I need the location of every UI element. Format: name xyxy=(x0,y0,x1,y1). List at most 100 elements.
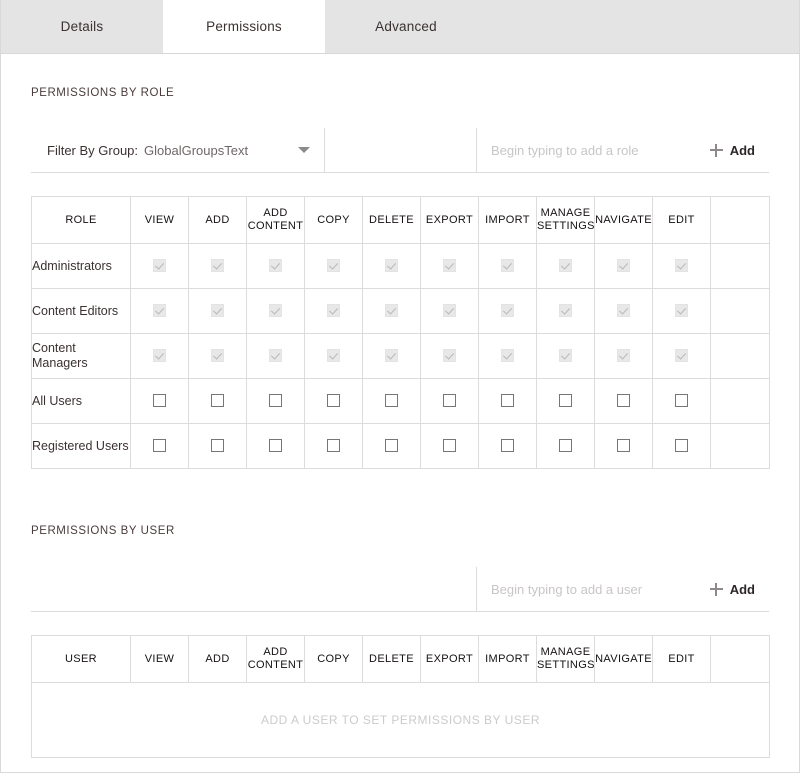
col-manage-settings: MANAGE SETTINGS xyxy=(537,197,595,244)
permission-checkbox[interactable] xyxy=(269,439,282,452)
add-user-button[interactable]: Add xyxy=(710,582,755,597)
add-role-typeahead: Add xyxy=(477,128,769,172)
permission-cell xyxy=(247,379,305,424)
permission-checkbox xyxy=(211,304,224,317)
plus-icon xyxy=(710,144,723,157)
permission-checkbox xyxy=(211,349,224,362)
add-role-button[interactable]: Add xyxy=(710,143,755,158)
add-user-button-label: Add xyxy=(730,582,755,597)
permission-cell xyxy=(479,424,537,469)
permission-cell xyxy=(653,244,711,289)
permission-checkbox[interactable] xyxy=(153,439,166,452)
permission-cell xyxy=(537,424,595,469)
table-row: Content Editors xyxy=(32,289,770,334)
permission-cell xyxy=(363,244,421,289)
role-name-cell: Administrators xyxy=(32,244,131,289)
permission-checkbox xyxy=(269,304,282,317)
permission-checkbox xyxy=(153,304,166,317)
permission-cell xyxy=(421,244,479,289)
filter-by-group-label: Filter By Group: xyxy=(47,143,138,158)
permission-checkbox xyxy=(211,259,224,272)
permissions-by-user-table: USER VIEW ADD ADD CONTENT COPY DELETE EX… xyxy=(31,635,770,758)
permission-cell xyxy=(305,379,363,424)
permission-cell xyxy=(595,334,653,379)
permission-checkbox[interactable] xyxy=(617,394,630,407)
col-edit: EDIT xyxy=(653,197,711,244)
permission-checkbox[interactable] xyxy=(617,439,630,452)
permission-cell xyxy=(247,424,305,469)
permission-checkbox[interactable] xyxy=(675,394,688,407)
permission-checkbox xyxy=(675,349,688,362)
permission-cell xyxy=(363,379,421,424)
permission-checkbox[interactable] xyxy=(153,394,166,407)
permission-cell xyxy=(479,379,537,424)
tab-permissions[interactable]: Permissions xyxy=(163,0,325,53)
table-row: Registered Users xyxy=(32,424,770,469)
permission-cell xyxy=(131,289,189,334)
permission-checkbox xyxy=(559,259,572,272)
permission-checkbox[interactable] xyxy=(501,394,514,407)
permission-checkbox xyxy=(617,259,630,272)
table-row: Content Managers xyxy=(32,334,770,379)
permission-cell xyxy=(653,289,711,334)
permission-cell xyxy=(421,424,479,469)
table-row: Administrators xyxy=(32,244,770,289)
user-table-empty-message: ADD A USER TO SET PERMISSIONS BY USER xyxy=(32,683,770,758)
col-export: EXPORT xyxy=(421,197,479,244)
permission-checkbox[interactable] xyxy=(559,439,572,452)
permission-cell xyxy=(537,289,595,334)
permission-checkbox xyxy=(153,349,166,362)
permission-checkbox[interactable] xyxy=(269,394,282,407)
permission-cell xyxy=(537,244,595,289)
permission-cell xyxy=(131,334,189,379)
tab-bar: Details Permissions Advanced xyxy=(1,0,799,54)
permission-cell xyxy=(479,334,537,379)
permission-checkbox[interactable] xyxy=(385,439,398,452)
permission-checkbox[interactable] xyxy=(443,394,456,407)
table-row: All Users xyxy=(32,379,770,424)
role-name-cell: Registered Users xyxy=(32,424,131,469)
col-import: IMPORT xyxy=(479,197,537,244)
permission-checkbox xyxy=(559,304,572,317)
tab-details[interactable]: Details xyxy=(1,0,163,53)
permission-cell xyxy=(595,424,653,469)
add-role-button-label: Add xyxy=(730,143,755,158)
permission-checkbox[interactable] xyxy=(559,394,572,407)
filter-by-group[interactable]: Filter By Group: GlobalGroupsText xyxy=(31,128,325,172)
permission-checkbox[interactable] xyxy=(327,439,340,452)
permission-checkbox xyxy=(443,349,456,362)
role-controls-wrapper: Filter By Group: GlobalGroupsText Add xyxy=(1,128,799,173)
permission-cell xyxy=(537,334,595,379)
chevron-down-icon[interactable] xyxy=(298,147,310,153)
filter-by-group-value: GlobalGroupsText xyxy=(144,143,298,158)
col-add-content: ADD CONTENT xyxy=(247,636,305,683)
row-actions-cell xyxy=(711,334,770,379)
permission-checkbox xyxy=(501,304,514,317)
permission-checkbox xyxy=(559,349,572,362)
col-copy: COPY xyxy=(305,636,363,683)
col-edit: EDIT xyxy=(653,636,711,683)
add-user-input[interactable] xyxy=(491,582,701,597)
add-role-input[interactable] xyxy=(491,143,701,158)
permission-checkbox xyxy=(617,304,630,317)
permission-cell xyxy=(595,244,653,289)
permissions-by-role-table: ROLE VIEW ADD ADD CONTENT COPY DELETE EX… xyxy=(31,196,770,469)
col-view: VIEW xyxy=(131,197,189,244)
permission-checkbox xyxy=(675,259,688,272)
user-table-header-row: USER VIEW ADD ADD CONTENT COPY DELETE EX… xyxy=(32,636,770,683)
permission-checkbox xyxy=(617,349,630,362)
permission-checkbox[interactable] xyxy=(443,439,456,452)
permission-checkbox[interactable] xyxy=(385,394,398,407)
col-view: VIEW xyxy=(131,636,189,683)
permission-checkbox xyxy=(385,304,398,317)
permission-checkbox[interactable] xyxy=(675,439,688,452)
permission-cell xyxy=(305,334,363,379)
permission-checkbox[interactable] xyxy=(211,394,224,407)
permission-cell xyxy=(363,289,421,334)
add-user-typeahead: Add xyxy=(477,567,769,611)
permission-checkbox[interactable] xyxy=(211,439,224,452)
tab-advanced[interactable]: Advanced xyxy=(325,0,487,53)
role-name-cell: Content Editors xyxy=(32,289,131,334)
permission-checkbox[interactable] xyxy=(327,394,340,407)
permission-checkbox[interactable] xyxy=(501,439,514,452)
